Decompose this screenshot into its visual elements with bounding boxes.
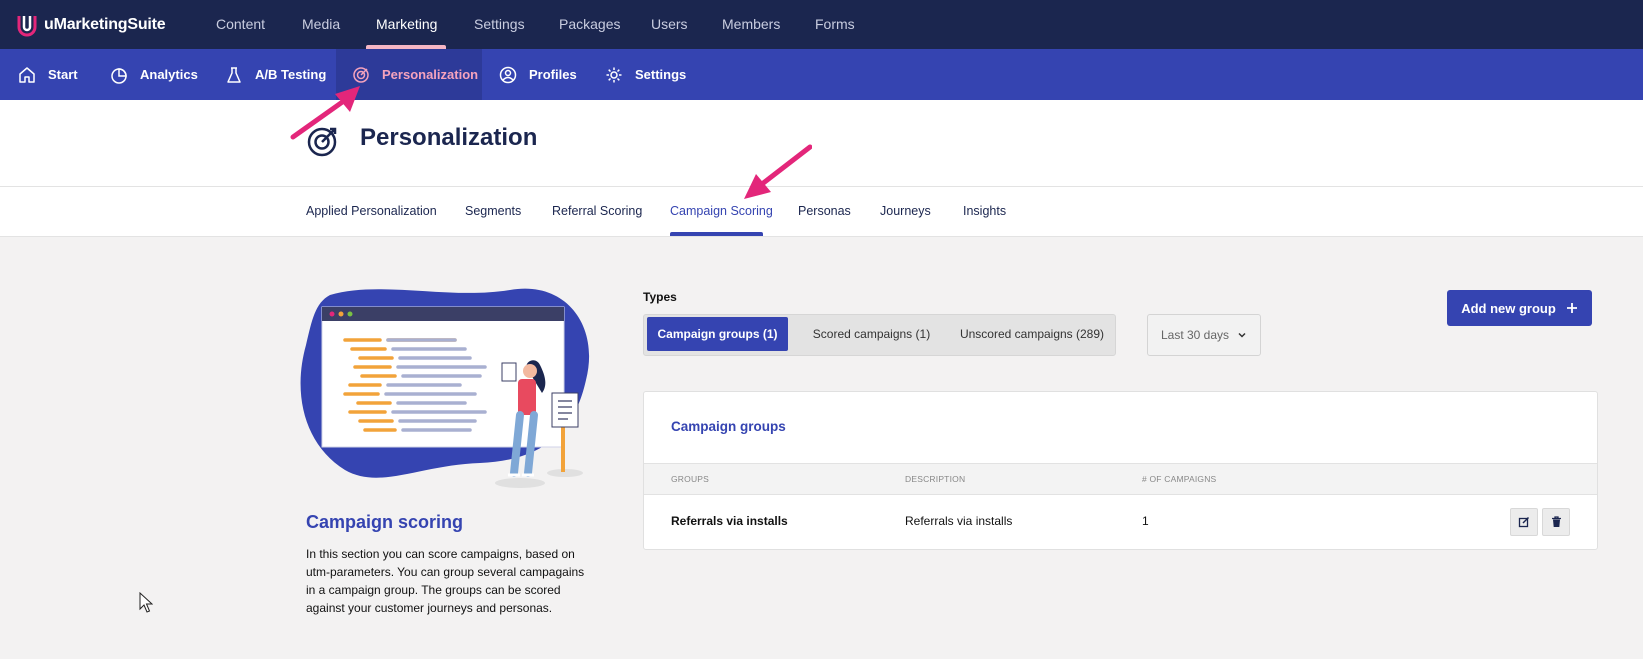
row-campaign-count: 1 [1142, 514, 1149, 528]
sub-nav-analytics[interactable]: Analytics [110, 49, 198, 100]
tab-applied-personalization[interactable]: Applied Personalization [306, 187, 437, 236]
sub-nav-start-label: Start [48, 67, 78, 82]
top-navigation-bar: uMarketingSuite Content Media Marketing … [0, 0, 1643, 49]
table-row[interactable]: Referrals via installs Referrals via ins… [644, 494, 1597, 548]
add-new-group-label: Add new group [1461, 300, 1556, 316]
edit-icon [1518, 516, 1530, 528]
column-header-groups: Groups [671, 474, 710, 484]
intro-title: Campaign scoring [306, 512, 464, 532]
sub-nav-analytics-label: Analytics [140, 67, 198, 82]
plus-icon [1566, 303, 1577, 313]
annotation-arrow-icon [744, 144, 812, 199]
sub-nav-profiles-label: Profiles [529, 67, 577, 82]
top-nav-packages[interactable]: Packages [559, 0, 620, 49]
campaign-groups-card: Campaign groups Groups Description # of … [643, 391, 1598, 550]
column-header-campaign-count: # of campaigns [1142, 474, 1217, 484]
sub-nav-settings-label: Settings [635, 67, 687, 82]
tab-insights[interactable]: Insights [963, 187, 1006, 236]
top-nav-users[interactable]: Users [651, 0, 688, 49]
mouse-cursor-icon [139, 592, 153, 613]
tab-referral-scoring[interactable]: Referral Scoring [552, 187, 642, 236]
column-header-description: Description [905, 474, 966, 484]
type-option-scored-campaigns[interactable]: Scored campaigns (1) [794, 317, 949, 351]
personalization-tabs: Applied Personalization Segments Referra… [0, 187, 1643, 237]
table-header: Groups Description # of campaigns [644, 463, 1597, 495]
top-nav-settings[interactable]: Settings [474, 0, 525, 49]
gear-icon [606, 67, 622, 82]
add-new-group-button[interactable]: Add new group [1447, 290, 1592, 326]
target-icon [353, 66, 369, 83]
sub-nav-start[interactable]: Start [18, 49, 78, 100]
date-range-value: Last 30 days [1160, 328, 1230, 342]
annotation-arrow-icon [290, 86, 360, 140]
page-title: Personalization [360, 124, 538, 151]
tab-active-indicator [670, 232, 763, 236]
sub-nav-personalization-label: Personalization [382, 67, 479, 82]
top-nav-members[interactable]: Members [722, 0, 780, 49]
edit-button[interactable] [1510, 508, 1538, 536]
top-nav-media[interactable]: Media [302, 0, 340, 49]
intro-description: In this section you can score campaigns,… [306, 547, 585, 615]
user-circle-icon [499, 66, 517, 83]
top-nav-forms[interactable]: Forms [815, 0, 855, 49]
row-description: Referrals via installs [905, 514, 1013, 528]
campaign-scoring-illustration [300, 288, 590, 488]
flask-icon [227, 66, 241, 83]
chevron-down-icon [1238, 332, 1246, 338]
date-range-select[interactable]: Last 30 days [1147, 314, 1261, 356]
type-option-unscored-campaigns[interactable]: Unscored campaigns (289) [952, 317, 1112, 351]
tab-segments[interactable]: Segments [465, 187, 521, 236]
type-option-campaign-groups[interactable]: Campaign groups (1) [647, 317, 788, 351]
types-segmented-control: Campaign groups (1) Scored campaigns (1)… [643, 314, 1116, 356]
card-title: Campaign groups [671, 419, 786, 434]
home-icon [19, 66, 35, 83]
sub-nav-settings[interactable]: Settings [605, 49, 686, 100]
trash-icon [1551, 516, 1561, 527]
types-label: Types [643, 290, 677, 304]
sub-nav-personalization[interactable]: Personalization [352, 49, 478, 100]
umarketingsuite-logo-icon [17, 16, 37, 37]
top-nav-content[interactable]: Content [216, 0, 265, 49]
tab-journeys[interactable]: Journeys [880, 187, 931, 236]
row-group-name: Referrals via installs [671, 514, 788, 528]
sub-nav-profiles[interactable]: Profiles [499, 49, 577, 100]
app-name: uMarketingSuite [44, 16, 166, 33]
pie-chart-icon [111, 67, 127, 84]
page-header [0, 100, 1643, 187]
delete-button[interactable] [1542, 508, 1570, 536]
marketing-sub-navigation: Start Analytics A/B Testing Personalizat… [0, 49, 1643, 100]
app-logo[interactable]: uMarketingSuite [16, 12, 166, 38]
sub-nav-ab-testing-label: A/B Testing [255, 67, 327, 82]
top-nav-marketing[interactable]: Marketing [376, 0, 437, 49]
